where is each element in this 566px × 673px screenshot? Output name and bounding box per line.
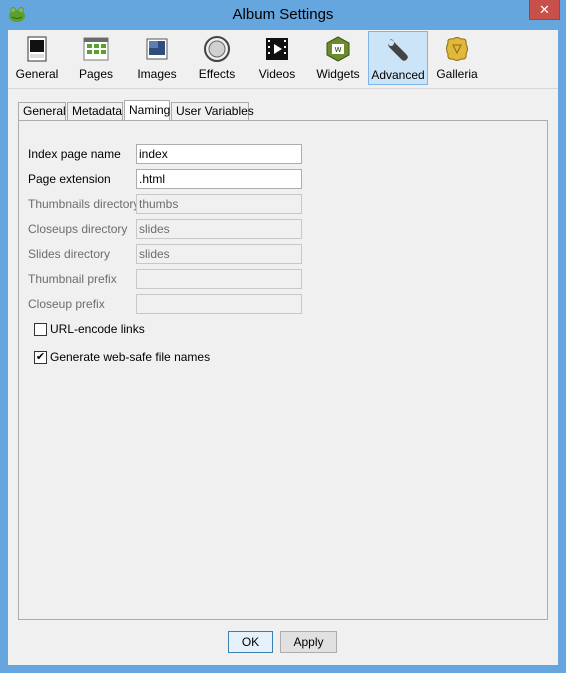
galleria-icon	[446, 37, 468, 61]
slides-directory-label: Slides directory	[28, 247, 111, 261]
url-encode-links-checkbox[interactable]	[34, 323, 47, 336]
index-page-name-input[interactable]	[136, 144, 302, 164]
closeup-prefix-label: Closeup prefix	[28, 297, 105, 311]
tab-user-variables[interactable]: User Variables	[171, 102, 254, 120]
page-extension-input[interactable]	[136, 169, 302, 189]
toolbar-item-general[interactable]: General	[10, 31, 64, 85]
naming-panel: Index page name Page extension Thumbnail…	[18, 120, 548, 620]
apply-button[interactable]: Apply	[280, 631, 337, 653]
thumbnails-directory-input	[136, 194, 302, 214]
web-safe-names-label[interactable]: Generate web-safe file names	[50, 350, 210, 364]
pages-grid-icon	[83, 37, 109, 61]
ok-button[interactable]: OK	[228, 631, 273, 653]
closeup-prefix-input	[136, 294, 302, 314]
thumbnail-prefix-label: Thumbnail prefix	[28, 272, 117, 286]
slides-directory-input	[136, 244, 302, 264]
thumbnail-prefix-input	[136, 269, 302, 289]
toolbar-item-label: Effects	[198, 67, 236, 81]
toolbar-item-label: General	[15, 67, 59, 81]
index-page-name-label: Index page name	[28, 147, 121, 161]
window-title: Album Settings	[232, 6, 334, 23]
close-button[interactable]: ✕	[529, 0, 560, 20]
web-safe-names-checkbox[interactable]: ✔	[34, 351, 47, 364]
toolbar-item-label: Galleria	[436, 67, 478, 81]
thumbnails-directory-label: Thumbnails directory	[28, 197, 140, 211]
toolbar-item-label: Advanced	[371, 68, 425, 82]
toolbar-item-widgets[interactable]: w Widgets	[310, 31, 366, 85]
video-film-icon	[266, 38, 288, 60]
dialog-content: General Pages Images Effects Videos w Wi…	[8, 30, 558, 665]
toolbar-item-effects[interactable]: Effects	[190, 31, 244, 85]
tab-general[interactable]: General	[18, 102, 66, 120]
category-toolbar: General Pages Images Effects Videos w Wi…	[8, 30, 558, 89]
toolbar-item-galleria[interactable]: Galleria	[430, 31, 484, 85]
tab-naming[interactable]: Naming	[124, 100, 170, 121]
toolbar-item-label: Videos	[258, 67, 296, 81]
album-settings-window: Album Settings ✕ General Pages Images Ef…	[0, 0, 566, 673]
tab-metadata[interactable]: Metadata	[67, 102, 123, 120]
toolbar-item-label: Pages	[78, 67, 114, 81]
advanced-wrench-icon	[388, 39, 408, 61]
page-extension-label: Page extension	[28, 172, 111, 186]
toolbar-item-label: Widgets	[316, 67, 360, 81]
toolbar-item-pages[interactable]: Pages	[68, 31, 124, 85]
toolbar-item-videos[interactable]: Videos	[248, 31, 306, 85]
effects-circles-icon	[204, 36, 230, 62]
widgets-icon: w	[326, 36, 350, 62]
images-icon	[146, 38, 168, 60]
closeups-directory-label: Closeups directory	[28, 222, 128, 236]
general-page-icon	[27, 36, 47, 62]
svg-text:w: w	[334, 45, 341, 55]
title-bar[interactable]: Album Settings ✕	[0, 0, 566, 30]
closeups-directory-input	[136, 219, 302, 239]
toolbar-item-advanced[interactable]: Advanced	[368, 31, 428, 85]
url-encode-links-label[interactable]: URL-encode links	[50, 322, 145, 336]
toolbar-item-images[interactable]: Images	[128, 31, 186, 85]
toolbar-item-label: Images	[137, 67, 177, 81]
